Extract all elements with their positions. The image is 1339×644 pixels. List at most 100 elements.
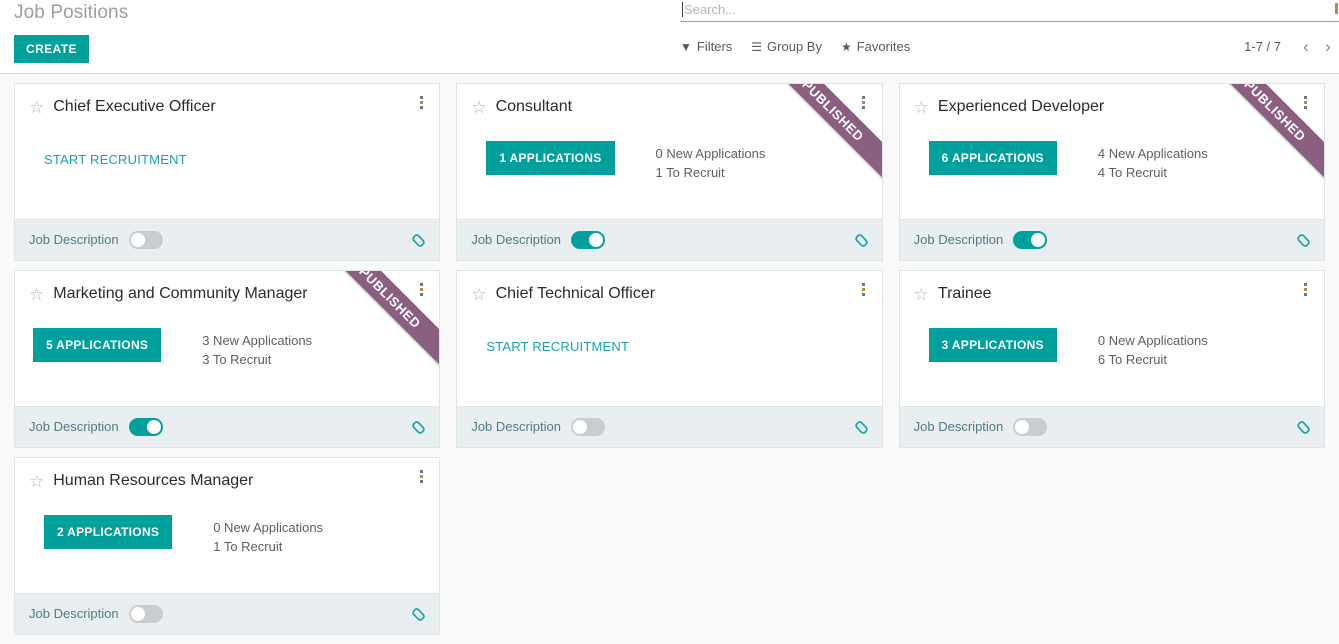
filters-label: Filters bbox=[696, 39, 733, 54]
card-title[interactable]: Chief Technical Officer bbox=[496, 284, 868, 304]
vertical-dots-icon[interactable] bbox=[413, 283, 429, 301]
card-body: 3 APPLICATIONS 0 New Applications 6 To R… bbox=[900, 304, 1324, 369]
card-title[interactable]: Human Resources Manager bbox=[53, 471, 425, 491]
to-recruit-count[interactable]: 4 To Recruit bbox=[1098, 163, 1208, 182]
card-title[interactable]: Marketing and Community Manager bbox=[53, 284, 425, 304]
to-recruit-count[interactable]: 3 To Recruit bbox=[202, 350, 312, 369]
card-header: ☆ Trainee bbox=[900, 271, 1324, 304]
card-footer: Job Description bbox=[457, 406, 882, 447]
star-outline-icon[interactable]: ☆ bbox=[29, 473, 44, 490]
card-title[interactable]: Experienced Developer bbox=[938, 97, 1310, 117]
card-header: ☆ Chief Technical Officer bbox=[457, 271, 881, 304]
job-description-label: Job Description bbox=[913, 232, 1004, 247]
new-applications-count[interactable]: 0 New Applications bbox=[656, 144, 766, 163]
job-description-toggle[interactable] bbox=[128, 418, 163, 436]
kanban-cell: ☆ Trainee 3 APPLICATIONS 0 New Applicati… bbox=[891, 270, 1333, 457]
kanban-cell: ☆ Chief Executive Officer START RECRUITM… bbox=[6, 83, 448, 270]
applications-button[interactable]: 6 APPLICATIONS bbox=[928, 141, 1057, 175]
job-description-label: Job Description bbox=[471, 419, 561, 434]
job-position-card[interactable]: PUBLISHED ☆ Marketing and Community Mana… bbox=[14, 270, 441, 448]
chain-link-icon[interactable] bbox=[410, 419, 427, 436]
caret-down-icon[interactable] bbox=[1335, 3, 1338, 14]
card-footer: Job Description bbox=[899, 406, 1324, 447]
card-title[interactable]: Chief Executive Officer bbox=[53, 97, 425, 117]
job-position-card[interactable]: ☆ Chief Technical Officer START RECRUITM… bbox=[456, 270, 883, 448]
job-description-label: Job Description bbox=[29, 419, 119, 434]
job-description-toggle[interactable] bbox=[1013, 418, 1048, 436]
filters-menu[interactable]: ▼ Filters bbox=[680, 38, 732, 56]
new-applications-count[interactable]: 0 New Applications bbox=[213, 518, 323, 537]
star-outline-icon[interactable]: ☆ bbox=[471, 99, 486, 116]
job-description-toggle[interactable] bbox=[570, 418, 605, 436]
vertical-dots-icon[interactable] bbox=[413, 470, 429, 488]
vertical-dots-icon[interactable] bbox=[1298, 283, 1314, 301]
chain-link-icon-svg bbox=[854, 420, 868, 434]
card-footer: Job Description bbox=[457, 219, 882, 260]
list-icon: ☰ bbox=[751, 40, 763, 54]
kanban-cell: PUBLISHED ☆ Marketing and Community Mana… bbox=[6, 270, 448, 457]
vertical-dots-icon[interactable] bbox=[856, 283, 872, 301]
search-input[interactable] bbox=[684, 0, 1284, 20]
applications-button[interactable]: 3 APPLICATIONS bbox=[928, 328, 1057, 362]
job-description-toggle[interactable] bbox=[570, 231, 605, 249]
job-position-card[interactable]: PUBLISHED ☆ Experienced Developer 6 APPL… bbox=[898, 83, 1325, 261]
vertical-dots-icon[interactable] bbox=[856, 96, 872, 114]
chain-link-icon[interactable] bbox=[853, 232, 870, 249]
group-by-menu[interactable]: ☰ Group By bbox=[751, 38, 822, 56]
chevron-right-icon[interactable]: › bbox=[1317, 38, 1339, 56]
vertical-dots-icon[interactable] bbox=[413, 96, 429, 114]
card-header: ☆ Chief Executive Officer bbox=[15, 84, 439, 117]
card-body: 6 APPLICATIONS 4 New Applications 4 To R… bbox=[900, 117, 1324, 182]
star-outline-icon[interactable]: ☆ bbox=[29, 286, 44, 303]
chevron-left-icon[interactable]: ‹ bbox=[1295, 38, 1317, 56]
new-applications-count[interactable]: 4 New Applications bbox=[1098, 144, 1208, 163]
job-position-card[interactable]: ☆ Chief Executive Officer START RECRUITM… bbox=[14, 83, 441, 261]
chain-link-icon[interactable] bbox=[1295, 419, 1312, 436]
toggle-knob bbox=[146, 420, 161, 434]
vertical-dots-icon[interactable] bbox=[1298, 96, 1314, 114]
job-description-toggle[interactable] bbox=[1013, 231, 1048, 249]
card-body: 2 APPLICATIONS 0 New Applications 1 To R… bbox=[15, 491, 439, 556]
card-title[interactable]: Trainee bbox=[938, 284, 1310, 304]
breadcrumb[interactable]: Job Positions bbox=[14, 0, 128, 26]
star-outline-icon[interactable]: ☆ bbox=[471, 286, 486, 303]
kanban-cell: PUBLISHED ☆ Consultant 1 APPLICATIONS 0 … bbox=[448, 83, 890, 270]
star-outline-icon[interactable]: ☆ bbox=[914, 99, 929, 116]
star-outline-icon[interactable]: ☆ bbox=[29, 99, 44, 116]
job-description-label: Job Description bbox=[913, 419, 1004, 434]
new-applications-count[interactable]: 0 New Applications bbox=[1098, 331, 1208, 350]
kanban-cell: PUBLISHED ☆ Experienced Developer 6 APPL… bbox=[891, 83, 1333, 270]
applications-button[interactable]: 1 APPLICATIONS bbox=[486, 141, 615, 175]
card-footer: Job Description bbox=[899, 219, 1324, 260]
favorites-menu[interactable]: ★ Favorites bbox=[841, 38, 910, 56]
chain-link-icon[interactable] bbox=[410, 606, 427, 623]
card-body: 5 APPLICATIONS 3 New Applications 3 To R… bbox=[15, 304, 439, 369]
job-position-card[interactable]: ☆ Human Resources Manager 2 APPLICATIONS… bbox=[14, 457, 441, 635]
pager: 1-7 / 7 ‹ › bbox=[1244, 38, 1339, 56]
applications-button[interactable]: 2 APPLICATIONS bbox=[44, 515, 173, 549]
start-recruitment-link[interactable]: START RECRUITMENT bbox=[486, 339, 629, 355]
control-panel: Job Positions CREATE ▼ Filters ☰ Group B… bbox=[0, 0, 1339, 74]
card-title[interactable]: Consultant bbox=[496, 97, 868, 117]
job-description-toggle[interactable] bbox=[128, 231, 163, 249]
job-position-card[interactable]: ☆ Trainee 3 APPLICATIONS 0 New Applicati… bbox=[898, 270, 1325, 448]
job-position-card[interactable]: PUBLISHED ☆ Consultant 1 APPLICATIONS 0 … bbox=[456, 83, 883, 261]
card-stats: 4 New Applications 4 To Recruit bbox=[1098, 141, 1208, 182]
create-button[interactable]: CREATE bbox=[14, 35, 89, 63]
to-recruit-count[interactable]: 1 To Recruit bbox=[656, 163, 766, 182]
toggle-knob bbox=[1015, 420, 1030, 434]
job-description-toggle[interactable] bbox=[128, 605, 163, 623]
favorites-label: Favorites bbox=[856, 39, 911, 54]
toggle-knob bbox=[1031, 233, 1046, 247]
start-recruitment-link[interactable]: START RECRUITMENT bbox=[44, 152, 187, 168]
toggle-knob bbox=[130, 607, 145, 621]
chain-link-icon-svg bbox=[412, 607, 426, 621]
applications-button[interactable]: 5 APPLICATIONS bbox=[33, 328, 162, 362]
to-recruit-count[interactable]: 1 To Recruit bbox=[213, 537, 323, 556]
chain-link-icon[interactable] bbox=[853, 419, 870, 436]
star-outline-icon[interactable]: ☆ bbox=[914, 286, 929, 303]
chain-link-icon[interactable] bbox=[410, 232, 427, 249]
to-recruit-count[interactable]: 6 To Recruit bbox=[1098, 350, 1208, 369]
chain-link-icon[interactable] bbox=[1295, 232, 1312, 249]
new-applications-count[interactable]: 3 New Applications bbox=[202, 331, 312, 350]
